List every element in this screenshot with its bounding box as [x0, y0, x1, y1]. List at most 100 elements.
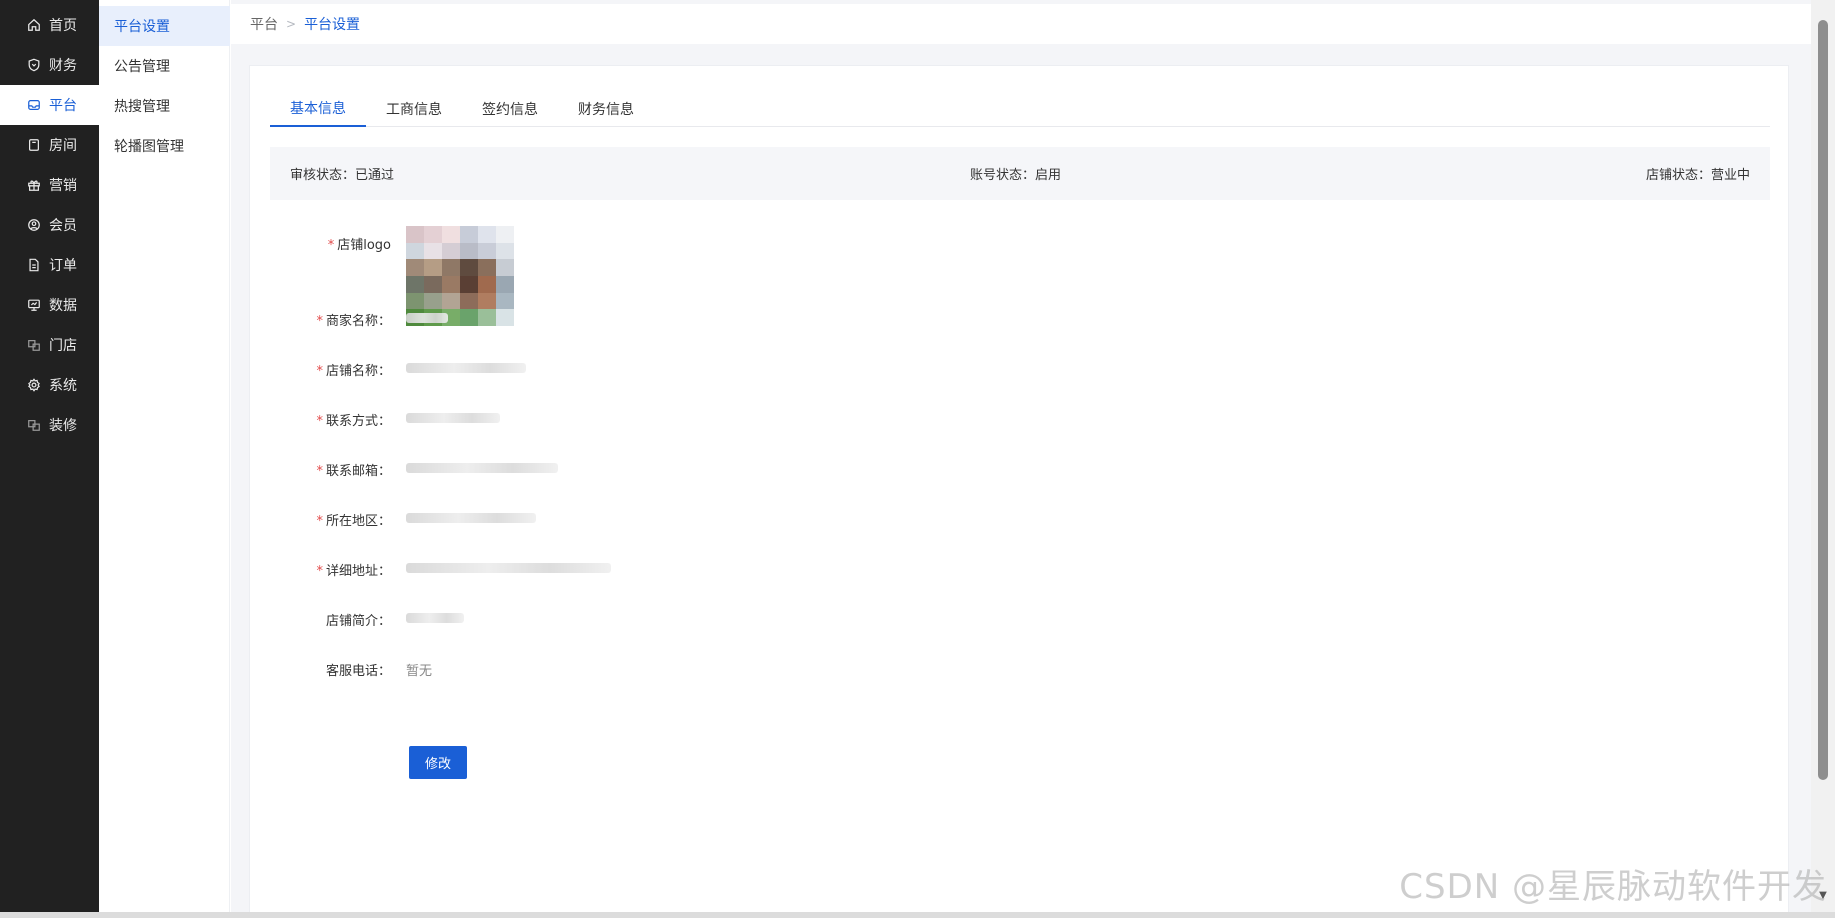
email-value: [406, 462, 558, 477]
store-status: 店铺状态：营业中: [1645, 168, 1750, 183]
form-row-store-name: * 店铺名称：: [270, 359, 1070, 379]
blurred-value: [406, 612, 464, 623]
nav-item-room[interactable]: 房间: [0, 125, 99, 165]
form-row-email: * 联系邮箱：: [270, 459, 1070, 479]
room-icon: [27, 138, 41, 152]
form-row-service-phone: 客服电话： 暂无: [270, 659, 1070, 679]
nav-item-marketing[interactable]: 营销: [0, 165, 99, 205]
content-card: 基本信息 工商信息 签约信息 财务信息 审核状态：已通过 账号状态：启用 店铺状…: [249, 65, 1789, 915]
sub-item-label: 热搜管理: [114, 99, 170, 115]
sub-item-label: 平台设置: [114, 19, 170, 35]
tab-basic-info[interactable]: 基本信息: [270, 90, 366, 127]
nav-item-home[interactable]: 首页: [0, 5, 99, 45]
form-label-store-name: * 店铺名称：: [316, 363, 391, 379]
user-icon: [27, 218, 41, 232]
form-row-address: * 详细地址：: [270, 559, 1070, 579]
blurred-value: [406, 512, 536, 523]
form-row-intro: 店铺简介：: [270, 609, 1070, 629]
nav-item-data[interactable]: 数据: [0, 285, 99, 325]
required-mark: *: [316, 413, 323, 429]
home-icon: [27, 18, 41, 32]
form-label-logo: * 店铺logo: [327, 238, 391, 253]
sub-item-label: 轮播图管理: [114, 139, 184, 155]
form-row-merchant: * 商家名称：: [270, 309, 1070, 329]
tab-finance-info[interactable]: 财务信息: [558, 90, 654, 127]
nav-item-label: 装修: [49, 418, 77, 434]
nav-item-label: 首页: [49, 18, 77, 34]
breadcrumb-current: 平台设置: [304, 17, 361, 33]
nav-item-label: 会员: [49, 218, 77, 234]
blurred-value: [406, 312, 448, 323]
intro-value: [406, 612, 464, 627]
watermark: CSDN @星辰脉动软件开发: [1399, 867, 1827, 907]
sub-item-platform-settings[interactable]: 平台设置: [99, 6, 230, 46]
blurred-value: [406, 412, 500, 423]
nav-item-member[interactable]: 会员: [0, 205, 99, 245]
nav-item-label: 数据: [49, 298, 77, 314]
blurred-value: [406, 462, 558, 473]
nav-item-label: 平台: [49, 98, 77, 114]
contact-value: [406, 412, 500, 427]
store-icon: [27, 338, 41, 352]
monitor-icon: [27, 298, 41, 312]
inbox-icon: [27, 98, 41, 112]
sub-item-carousel[interactable]: 轮播图管理: [99, 126, 230, 166]
nav-item-system[interactable]: 系统: [0, 365, 99, 405]
form-label-contact: * 联系方式：: [316, 413, 391, 429]
tab-business-info[interactable]: 工商信息: [366, 90, 462, 127]
blurred-value: [406, 362, 526, 373]
nav-item-order[interactable]: 订单: [0, 245, 99, 285]
sub-item-announcement[interactable]: 公告管理: [99, 46, 230, 86]
required-mark: *: [316, 463, 323, 479]
sub-item-label: 公告管理: [114, 59, 170, 75]
form-label-intro: 店铺简介：: [325, 613, 391, 629]
account-status: 账号状态：启用: [970, 168, 1062, 183]
required-mark: *: [316, 363, 323, 379]
nav-item-label: 房间: [49, 138, 77, 154]
gear-icon: [27, 378, 41, 392]
nav-item-label: 门店: [49, 338, 77, 354]
breadcrumb-root[interactable]: 平台: [250, 14, 278, 34]
merchant-name-value: [406, 312, 448, 327]
nav-item-store[interactable]: 门店: [0, 325, 99, 365]
status-bar: 审核状态：已通过 账号状态：启用 店铺状态：营业中: [270, 147, 1770, 200]
nav-item-finance[interactable]: 财务: [0, 45, 99, 85]
form-row-contact: * 联系方式：: [270, 409, 1070, 429]
blurred-value: [406, 562, 611, 573]
tab-contract-info[interactable]: 签约信息: [462, 90, 558, 127]
decor-icon: [27, 418, 41, 432]
gift-icon: [27, 178, 41, 192]
page-scrollbar[interactable]: ▼: [1811, 0, 1835, 912]
required-mark: *: [327, 238, 335, 253]
edit-button[interactable]: 修改: [409, 746, 467, 779]
required-mark: *: [316, 313, 323, 329]
chevron-right-icon: >: [286, 17, 297, 31]
review-status: 审核状态：已通过: [290, 168, 395, 183]
main-nav: 首页 财务 平台 房间 营销 会员 订单 数据 门店 系统 装修: [0, 0, 99, 912]
nav-item-label: 营销: [49, 178, 77, 194]
region-value: [406, 512, 536, 527]
nav-item-platform[interactable]: 平台: [0, 85, 99, 125]
form-label-merchant: * 商家名称：: [316, 313, 391, 329]
address-value: [406, 562, 611, 577]
tab-bar: 基本信息 工商信息 签约信息 财务信息: [270, 90, 1770, 127]
shield-icon: [27, 58, 41, 72]
store-name-value: [406, 362, 526, 377]
document-icon: [27, 258, 41, 272]
form-label-address: * 详细地址：: [316, 563, 391, 579]
bottom-strip: [0, 912, 1835, 918]
scroll-thumb[interactable]: [1818, 20, 1828, 780]
nav-item-label: 系统: [49, 378, 77, 394]
required-mark: *: [316, 563, 323, 579]
nav-item-decor[interactable]: 装修: [0, 405, 99, 445]
form-row-region: * 所在地区：: [270, 509, 1070, 529]
breadcrumb: 平台 > 平台设置: [231, 4, 1811, 44]
sub-menu: 平台设置 公告管理 热搜管理 轮播图管理: [99, 0, 230, 912]
sub-item-hot-search[interactable]: 热搜管理: [99, 86, 230, 126]
form-label-email: * 联系邮箱：: [316, 463, 391, 479]
form-label-region: * 所在地区：: [316, 513, 391, 529]
required-mark: *: [316, 513, 323, 529]
nav-item-label: 财务: [49, 58, 77, 74]
service-phone-value: 暂无: [406, 663, 433, 679]
form-label-service-phone: 客服电话：: [325, 663, 391, 679]
